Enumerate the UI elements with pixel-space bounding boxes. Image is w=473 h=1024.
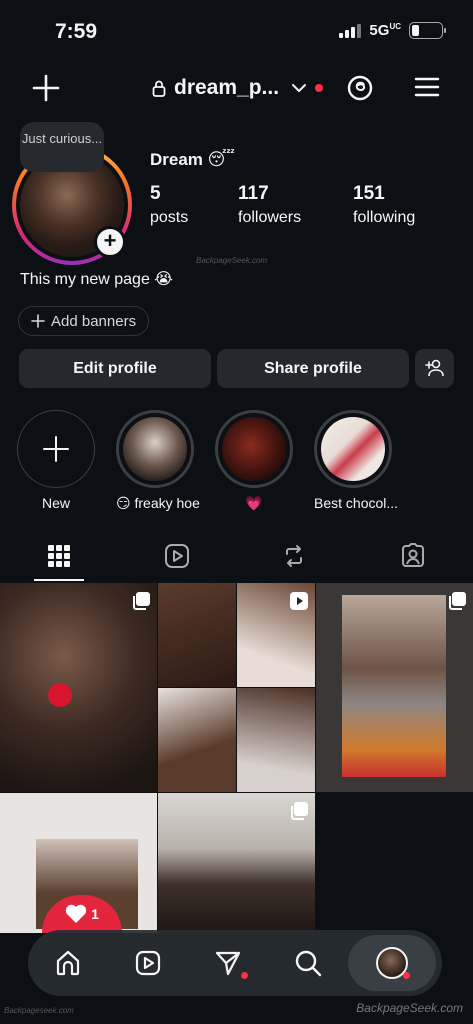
stat-value: 5 xyxy=(150,183,161,204)
direct-icon xyxy=(215,951,241,976)
threads-icon xyxy=(347,75,373,101)
add-person-icon xyxy=(424,359,444,377)
username: dream_p... xyxy=(174,76,280,99)
network-label: 5GUC xyxy=(369,22,401,39)
highlight-label: 💗 xyxy=(245,495,263,511)
watermark: BackpageSeek.com xyxy=(196,256,268,265)
followers-count[interactable]: 117 followers xyxy=(238,183,301,227)
tab-tagged[interactable] xyxy=(388,540,438,572)
nav-reels[interactable] xyxy=(108,935,188,991)
highlight-label: 😏 freaky hoe xyxy=(116,495,200,511)
nav-search[interactable] xyxy=(268,935,348,991)
status-icons: 5GUC xyxy=(339,22,446,39)
menu-button[interactable] xyxy=(414,76,440,103)
display-name: Dream 😴 xyxy=(150,150,235,169)
nav-home[interactable] xyxy=(28,935,108,991)
tab-posts-grid[interactable] xyxy=(34,540,84,572)
discover-people-button[interactable] xyxy=(415,349,454,388)
plus-icon xyxy=(43,436,69,462)
add-story-button[interactable]: + xyxy=(94,226,126,258)
grid-icon xyxy=(48,545,70,567)
threads-button[interactable] xyxy=(346,74,374,107)
stat-label: posts xyxy=(150,209,189,226)
active-tab-indicator xyxy=(34,579,84,581)
reposts-icon xyxy=(286,545,302,567)
post-thumbnail[interactable] xyxy=(316,583,473,792)
note-bubble[interactable]: Just curious... xyxy=(20,122,104,172)
signal-icon xyxy=(339,23,362,38)
like-count: 1 xyxy=(91,906,99,922)
status-time: 7:59 xyxy=(55,20,98,43)
carousel-icon xyxy=(289,801,309,826)
post-thumbnail[interactable]: 1 xyxy=(0,793,157,933)
posts-count[interactable]: 5 posts xyxy=(150,183,188,227)
tab-reposts[interactable] xyxy=(269,540,319,572)
heart-icon xyxy=(65,904,87,923)
battery-icon xyxy=(409,22,446,39)
notification-dot xyxy=(403,972,410,979)
carousel-icon xyxy=(131,591,151,616)
tagged-icon xyxy=(402,543,424,567)
account-switcher[interactable]: dream_p... xyxy=(152,76,324,100)
post-thumbnail[interactable] xyxy=(0,583,157,792)
bio: This my new page 😭 xyxy=(20,271,173,288)
post-thumbnail[interactable] xyxy=(158,583,315,792)
stat-value: 117 xyxy=(238,183,269,204)
highlight-item[interactable]: 💗 xyxy=(215,410,293,512)
search-icon xyxy=(295,950,322,977)
watermark: Backpageseek.com xyxy=(4,1006,74,1015)
chevron-down-icon xyxy=(292,84,307,93)
hamburger-menu-icon xyxy=(414,77,440,97)
nav-profile[interactable] xyxy=(348,935,436,991)
home-icon xyxy=(56,950,80,976)
watermark: BackpageSeek.com xyxy=(356,1001,463,1015)
lock-icon xyxy=(152,80,166,97)
stat-label: followers xyxy=(238,209,302,226)
stat-label: following xyxy=(353,209,416,226)
reels-icon xyxy=(165,544,189,568)
notification-dot xyxy=(241,972,248,979)
note-text: Just curious... xyxy=(21,131,103,146)
post-thumbnail[interactable] xyxy=(158,793,315,933)
reel-icon xyxy=(289,591,309,616)
add-banners-button[interactable]: Add banners xyxy=(18,306,150,336)
stat-value: 151 xyxy=(353,183,385,204)
nav-direct[interactable] xyxy=(188,935,268,991)
edit-profile-button[interactable]: Edit profile xyxy=(19,349,211,388)
plus-icon xyxy=(31,314,45,328)
highlight-new[interactable]: New xyxy=(17,410,95,511)
create-button[interactable] xyxy=(32,74,60,107)
following-count[interactable]: 151 following xyxy=(353,183,415,227)
carousel-icon xyxy=(447,591,467,616)
highlight-label: Best chocol... xyxy=(314,495,399,511)
reels-icon xyxy=(135,950,161,976)
notification-dot xyxy=(315,84,324,92)
plus-icon xyxy=(32,74,60,102)
tab-reels[interactable] xyxy=(152,540,202,572)
add-banners-label: Add banners xyxy=(51,312,137,330)
share-profile-button[interactable]: Share profile xyxy=(217,349,409,388)
highlight-label: New xyxy=(41,495,70,511)
bottom-nav xyxy=(28,930,442,996)
highlight-item[interactable]: 😏 freaky hoe xyxy=(116,410,200,512)
highlight-item[interactable]: Best chocol... xyxy=(314,410,399,511)
